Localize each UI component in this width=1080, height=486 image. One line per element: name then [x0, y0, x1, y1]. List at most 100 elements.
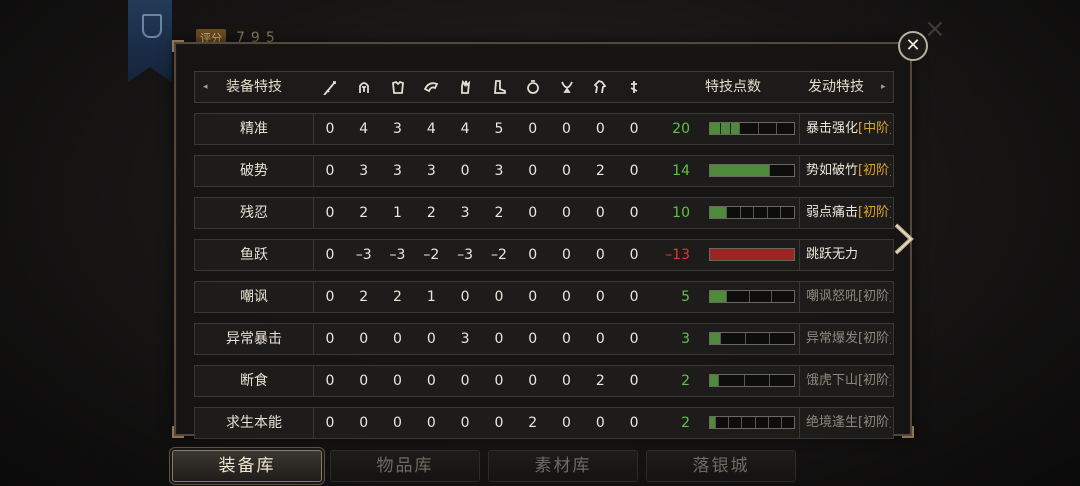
skill-rows: 精准 0 4 3 4 4 5 0 0 0 0 20 暴击强化[中阶] 破势 0 3 3 3 0 3 0 0 2 0 14 势如破竹… — [194, 113, 894, 439]
active-skill[interactable]: 异常爆发[初阶] — [799, 324, 891, 354]
slot-value: 2 — [595, 373, 605, 389]
progress-tick — [753, 207, 755, 218]
slot-value: 0 — [562, 373, 571, 389]
progress-tick — [741, 417, 743, 428]
progress-tick — [725, 291, 727, 302]
progress-tick — [719, 123, 721, 134]
skill-tier: [初阶] — [858, 331, 891, 346]
glove-icon — [461, 79, 471, 94]
slot-value: 0 — [629, 289, 639, 305]
panel-corner — [172, 426, 184, 438]
slot-value: 0 — [595, 289, 605, 305]
sort-left-icon[interactable]: ◂ — [203, 72, 208, 102]
skill-points: 10 — [672, 205, 690, 221]
slot-value: 3 — [460, 205, 470, 221]
skill-name: 断食 — [195, 366, 314, 396]
slot-value: 2 — [595, 163, 605, 179]
progress-fill — [710, 375, 719, 386]
table-row[interactable]: 鱼跃 0 –3 –3 –2 –3 –2 0 0 0 0 –13 跳跃无力 — [194, 239, 894, 271]
slot-value: 0 — [494, 415, 504, 431]
skill-name: 异常暴击 — [195, 324, 314, 354]
tab-city[interactable]: 落银城 — [646, 450, 796, 482]
slot-value: 0 — [595, 121, 605, 137]
skill-progress-bar — [709, 332, 795, 345]
close-icon: ✕ — [905, 35, 921, 56]
skill-progress-bar — [709, 122, 795, 135]
table-row[interactable]: 破势 0 3 3 3 0 3 0 0 2 0 14 势如破竹[初阶] — [194, 155, 894, 187]
progress-fill — [710, 249, 794, 260]
slot-value: 0 — [629, 163, 639, 179]
progress-tick — [729, 123, 731, 134]
skill-panel: ◂ 装备特技 特技点数 发动特技 ▸ 精准 0 4 3 4 4 5 0 0 0 0 20 暴击强化[中阶… — [172, 40, 914, 439]
slot-value: –2 — [423, 247, 440, 263]
progress-tick — [725, 207, 727, 218]
slot-value: 3 — [426, 163, 436, 179]
slot-value: 0 — [393, 331, 402, 347]
slot-value: 3 — [460, 331, 470, 347]
table-row[interactable]: 断食 0 0 0 0 0 0 0 0 2 0 2 饿虎下山[初阶] — [194, 365, 894, 397]
progress-tick — [754, 417, 756, 428]
skill-table: ◂ 装备特技 特技点数 发动特技 ▸ 精准 0 4 3 4 4 5 0 0 0 0 20 暴击强化[中阶… — [194, 71, 894, 439]
table-row[interactable]: 求生本能 0 0 0 0 0 0 2 0 0 0 2 绝境逢生[初阶] — [194, 407, 894, 439]
close-button[interactable]: ✕ — [898, 31, 928, 61]
slot-value: 0 — [460, 163, 470, 179]
slot-value: 0 — [494, 289, 504, 305]
slot-value: 0 — [629, 247, 639, 263]
skill-points: 2 — [681, 415, 690, 431]
slot-value: 0 — [562, 163, 571, 179]
table-row[interactable]: 精准 0 4 3 4 4 5 0 0 0 0 20 暴击强化[中阶] — [194, 113, 894, 145]
progress-tick — [739, 123, 741, 134]
slot-value: 0 — [325, 121, 335, 137]
tab-items[interactable]: 物品库 — [330, 450, 480, 482]
slot-value: 0 — [562, 121, 571, 137]
slot-value: 0 — [325, 247, 335, 263]
slot-value: 0 — [595, 331, 605, 347]
slot-value: 0 — [426, 331, 436, 347]
active-skill-name: 绝境逢生 — [806, 415, 859, 430]
progress-tick — [768, 165, 770, 176]
tab-materials[interactable]: 素材库 — [488, 450, 638, 482]
slot-value: 2 — [426, 205, 436, 221]
tab-equipment[interactable]: 装备库 — [172, 450, 322, 482]
slot-value: 0 — [528, 331, 538, 347]
active-skill-name: 异常爆发 — [806, 331, 859, 346]
slot-value: 1 — [393, 205, 402, 221]
slot-value: –3 — [457, 247, 474, 263]
column-active-skill: 发动特技 — [808, 79, 864, 95]
active-skill[interactable]: 饿虎下山[初阶] — [799, 366, 891, 396]
table-row[interactable]: 残忍 0 2 1 2 3 2 0 0 0 0 10 弱点痛击[初阶] — [194, 197, 894, 229]
slot-value: 4 — [359, 121, 369, 137]
skill-progress-bar — [709, 374, 795, 387]
column-equip-skill: 装备特技 — [226, 79, 282, 95]
skill-points: 3 — [681, 331, 690, 347]
active-skill[interactable]: 弱点痛击[初阶] — [799, 198, 891, 228]
active-skill[interactable]: 嘲讽怒吼[初阶] — [799, 282, 891, 312]
skill-points: 14 — [672, 163, 690, 179]
active-skill[interactable]: 暴击强化[中阶] — [799, 114, 891, 144]
slot-value: –3 — [355, 247, 372, 263]
active-skill[interactable]: 势如破竹[初阶] — [799, 156, 891, 186]
slot-value: 0 — [562, 205, 571, 221]
slot-value: 0 — [528, 205, 538, 221]
helmet-icon — [358, 82, 369, 93]
progress-tick — [780, 417, 782, 428]
sort-right-icon[interactable]: ▸ — [881, 72, 886, 102]
skill-tier: [初阶] — [858, 205, 891, 220]
slot-value: 0 — [528, 247, 538, 263]
progress-fill — [710, 291, 726, 302]
active-skill[interactable]: 绝境逢生[初阶] — [799, 408, 891, 438]
skill-points: –13 — [665, 247, 690, 263]
progress-tick — [780, 207, 782, 218]
sword-icon — [323, 81, 336, 95]
horse-icon — [594, 79, 607, 94]
slot-value: 0 — [629, 121, 639, 137]
skill-name: 鱼跃 — [195, 240, 314, 270]
table-row[interactable]: 嘲讽 0 2 2 1 0 0 0 0 0 0 5 嘲讽怒吼[初阶] — [194, 281, 894, 313]
progress-tick — [775, 123, 777, 134]
slot-value: 4 — [460, 121, 470, 137]
next-page-arrow-icon[interactable] — [892, 222, 916, 256]
table-row[interactable]: 异常暴击 0 0 0 0 3 0 0 0 0 0 3 异常爆发[初阶] — [194, 323, 894, 355]
active-skill[interactable]: 跳跃无力 — [799, 240, 891, 270]
progress-fill — [710, 123, 740, 134]
progress-tick — [748, 291, 750, 302]
